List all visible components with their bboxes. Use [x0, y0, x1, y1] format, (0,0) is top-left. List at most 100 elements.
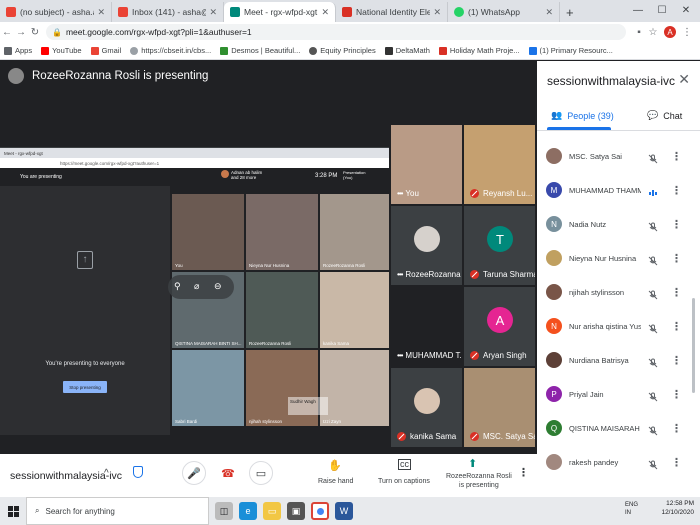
participant-tile[interactable]: Reyansh Lu...	[464, 125, 535, 204]
raise-hand-icon[interactable]: ✋	[328, 459, 342, 472]
mic-off-icon[interactable]	[648, 423, 658, 436]
mic-off-icon[interactable]	[648, 151, 658, 164]
person-row[interactable]: Nieyna Nur Husnina ⋮	[537, 241, 700, 275]
chrome-icon[interactable]	[311, 502, 329, 520]
participant-tile[interactable]: MSC. Satya Sai	[464, 368, 535, 447]
browser-tab-active[interactable]: Meet - rgx-wfpd-xgt ✕	[224, 2, 336, 22]
close-tab-icon[interactable]: ✕	[321, 7, 329, 18]
camera-button[interactable]: ▭	[249, 461, 273, 485]
remove-icon[interactable]: ⊖	[214, 281, 222, 292]
mic-off-icon[interactable]	[648, 457, 658, 470]
participant-tile[interactable]: ••• You	[391, 125, 462, 204]
person-more-icon[interactable]: ⋮	[671, 252, 682, 265]
meeting-details-caret-icon[interactable]: ^	[104, 468, 109, 479]
pin-icon[interactable]: ⚲	[174, 281, 181, 292]
reload-icon[interactable]: ↻	[28, 27, 42, 38]
participant-tile[interactable]: T Taruna Sharma	[464, 206, 535, 285]
participant-tile[interactable]: kanika Sama	[391, 368, 462, 447]
person-more-icon[interactable]: ⋮	[671, 354, 682, 367]
close-window-icon[interactable]: ✕	[674, 0, 698, 20]
mic-off-icon[interactable]	[648, 253, 658, 266]
more-options-icon[interactable]: ⋮	[518, 466, 529, 479]
present-icon[interactable]: ⬆	[468, 457, 477, 470]
person-more-icon[interactable]: ⋮	[671, 456, 682, 469]
people-scrollbar[interactable]	[692, 298, 695, 393]
bookmark-cbseit[interactable]: https://cbseit.in/cbs...	[130, 46, 211, 55]
raise-hand-label[interactable]: Raise hand	[318, 478, 353, 485]
person-row[interactable]: M MUHAMMAD THAMMI... ⋮	[537, 173, 700, 207]
person-more-icon[interactable]: ⋮	[671, 218, 682, 231]
browser-tab[interactable]: (no subject) - asha.ashok03@gm✕	[0, 2, 112, 22]
captions-label[interactable]: Turn on captions	[378, 478, 430, 485]
person-more-icon[interactable]: ⋮	[671, 150, 682, 163]
menu-icon[interactable]: ⋮	[680, 27, 694, 38]
captions-icon[interactable]: cc	[398, 459, 411, 470]
taskbar-search[interactable]: ⌕ Search for anything	[26, 497, 209, 525]
mic-off-icon[interactable]	[648, 287, 658, 300]
mic-off-icon[interactable]	[648, 389, 658, 402]
bookmark-holiday-math[interactable]: Holiday Math Proje...	[438, 46, 520, 55]
close-tab-icon[interactable]: ✕	[433, 7, 441, 18]
tab-people[interactable]: 👥 People (39)	[551, 110, 614, 121]
url-bar[interactable]: 🔒 meet.google.com/rgx-wfpd-xgt?pli=1&aut…	[46, 24, 626, 40]
person-row[interactable]: rakesh pandey ⋮	[537, 445, 700, 479]
bookmark-deltamath[interactable]: DeltaMath	[384, 46, 430, 55]
person-row[interactable]: N Nur arisha qistina Yusm... ⋮	[537, 309, 700, 343]
close-panel-icon[interactable]: ✕	[678, 71, 690, 88]
participant-tile[interactable]: •••RozeeRozanna ...	[391, 206, 462, 285]
microphone-button[interactable]: 🎤	[182, 461, 206, 485]
mic-off-icon[interactable]	[648, 355, 658, 368]
maximize-icon[interactable]: ☐	[650, 0, 674, 20]
close-tab-icon[interactable]: ✕	[209, 7, 217, 18]
forward-icon[interactable]: →	[14, 27, 28, 38]
camera-icon[interactable]: ▪	[632, 27, 646, 38]
minimize-icon[interactable]: —	[626, 0, 650, 20]
bookmark-primary-resources[interactable]: (1) Primary Resourc...	[528, 46, 613, 55]
mic-off-icon[interactable]	[648, 321, 658, 334]
word-icon[interactable]: W	[335, 502, 353, 520]
windows-start-icon[interactable]	[0, 497, 26, 525]
bookmark-youtube[interactable]: YouTube	[41, 46, 82, 55]
person-more-icon[interactable]: ⋮	[671, 286, 682, 299]
bookmark-desmos[interactable]: Desmos | Beautiful...	[220, 46, 300, 55]
person-row[interactable]: P Priyal Jain ⋮	[537, 377, 700, 411]
person-more-icon[interactable]: ⋮	[671, 388, 682, 401]
person-row[interactable]: Nurdiana Batrisya ⋮	[537, 343, 700, 377]
account-avatar[interactable]: A	[664, 26, 676, 38]
language-indicator[interactable]: ENG IN	[625, 501, 638, 517]
bookmark-equity[interactable]: Equity Principles	[309, 46, 376, 55]
close-tab-icon[interactable]: ✕	[97, 7, 105, 18]
person-row[interactable]: N Nadia Nutz ⋮	[537, 207, 700, 241]
shield-icon[interactable]	[133, 466, 143, 478]
close-tab-icon[interactable]: ✕	[545, 7, 553, 18]
browser-tab[interactable]: (1) WhatsApp ✕	[448, 2, 560, 22]
person-row[interactable]: njihah stylinsson ⋮	[537, 275, 700, 309]
person-more-icon[interactable]: ⋮	[671, 422, 682, 435]
person-more-icon[interactable]: ⋮	[671, 320, 682, 333]
tab-chat[interactable]: 💬 Chat	[647, 110, 682, 121]
system-clock[interactable]: 12:58 PM 12/10/2020	[661, 499, 694, 517]
mic-off-icon[interactable]	[648, 219, 658, 232]
leave-call-button[interactable]: ☎	[216, 461, 240, 485]
bookmark-apps[interactable]: Apps	[4, 46, 32, 55]
store-icon[interactable]: ▣	[287, 502, 305, 520]
person-more-icon[interactable]: ⋮	[671, 184, 682, 197]
stop-presenting-button[interactable]: Stop presenting	[63, 381, 107, 393]
person-row[interactable]: MSC. Satya Sai ⋮	[537, 139, 700, 173]
file-explorer-icon[interactable]: ▭	[263, 502, 281, 520]
star-icon[interactable]: ☆	[646, 27, 660, 38]
mute-icon[interactable]: ⌀	[194, 281, 199, 292]
participant-tile[interactable]: A Aryan Singh	[464, 287, 535, 366]
site-icon	[438, 46, 447, 55]
participant-tile[interactable]: ••• MUHAMMAD T...	[391, 287, 462, 366]
browser-tab[interactable]: Inbox (141) - asha@theindiansch✕	[112, 2, 224, 22]
back-icon[interactable]: ←	[0, 27, 14, 38]
browser-tab[interactable]: National Identity Elements - Nati✕	[336, 2, 448, 22]
bookmark-gmail[interactable]: Gmail	[90, 46, 121, 55]
edge-icon[interactable]: e	[239, 502, 257, 520]
presenting-label[interactable]: RozeeRozanna Rosli is presenting	[446, 472, 512, 490]
new-tab-button[interactable]: +	[560, 2, 580, 22]
person-row[interactable]: Q QISTINA MAISARAH BI... ⋮	[537, 411, 700, 445]
task-view-icon[interactable]: ◫	[215, 502, 233, 520]
speaking-indicator-icon[interactable]	[648, 185, 658, 196]
